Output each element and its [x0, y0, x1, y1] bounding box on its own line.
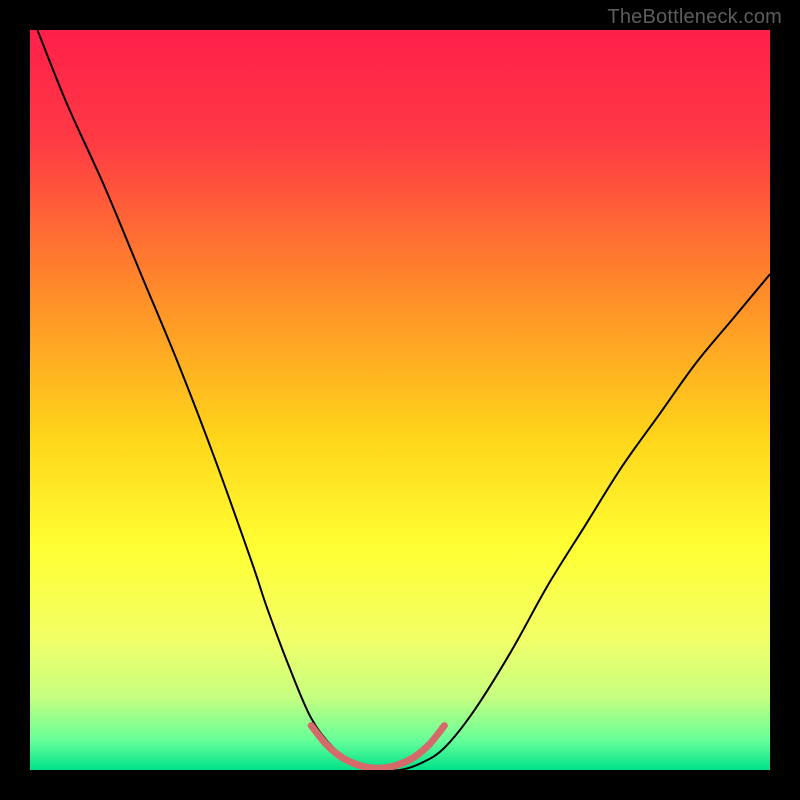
watermark-text: TheBottleneck.com — [607, 6, 782, 29]
curve-layer — [30, 30, 770, 770]
plot-area — [30, 30, 770, 770]
chart-frame: TheBottleneck.com — [0, 0, 800, 800]
bottleneck-curve — [37, 30, 770, 770]
